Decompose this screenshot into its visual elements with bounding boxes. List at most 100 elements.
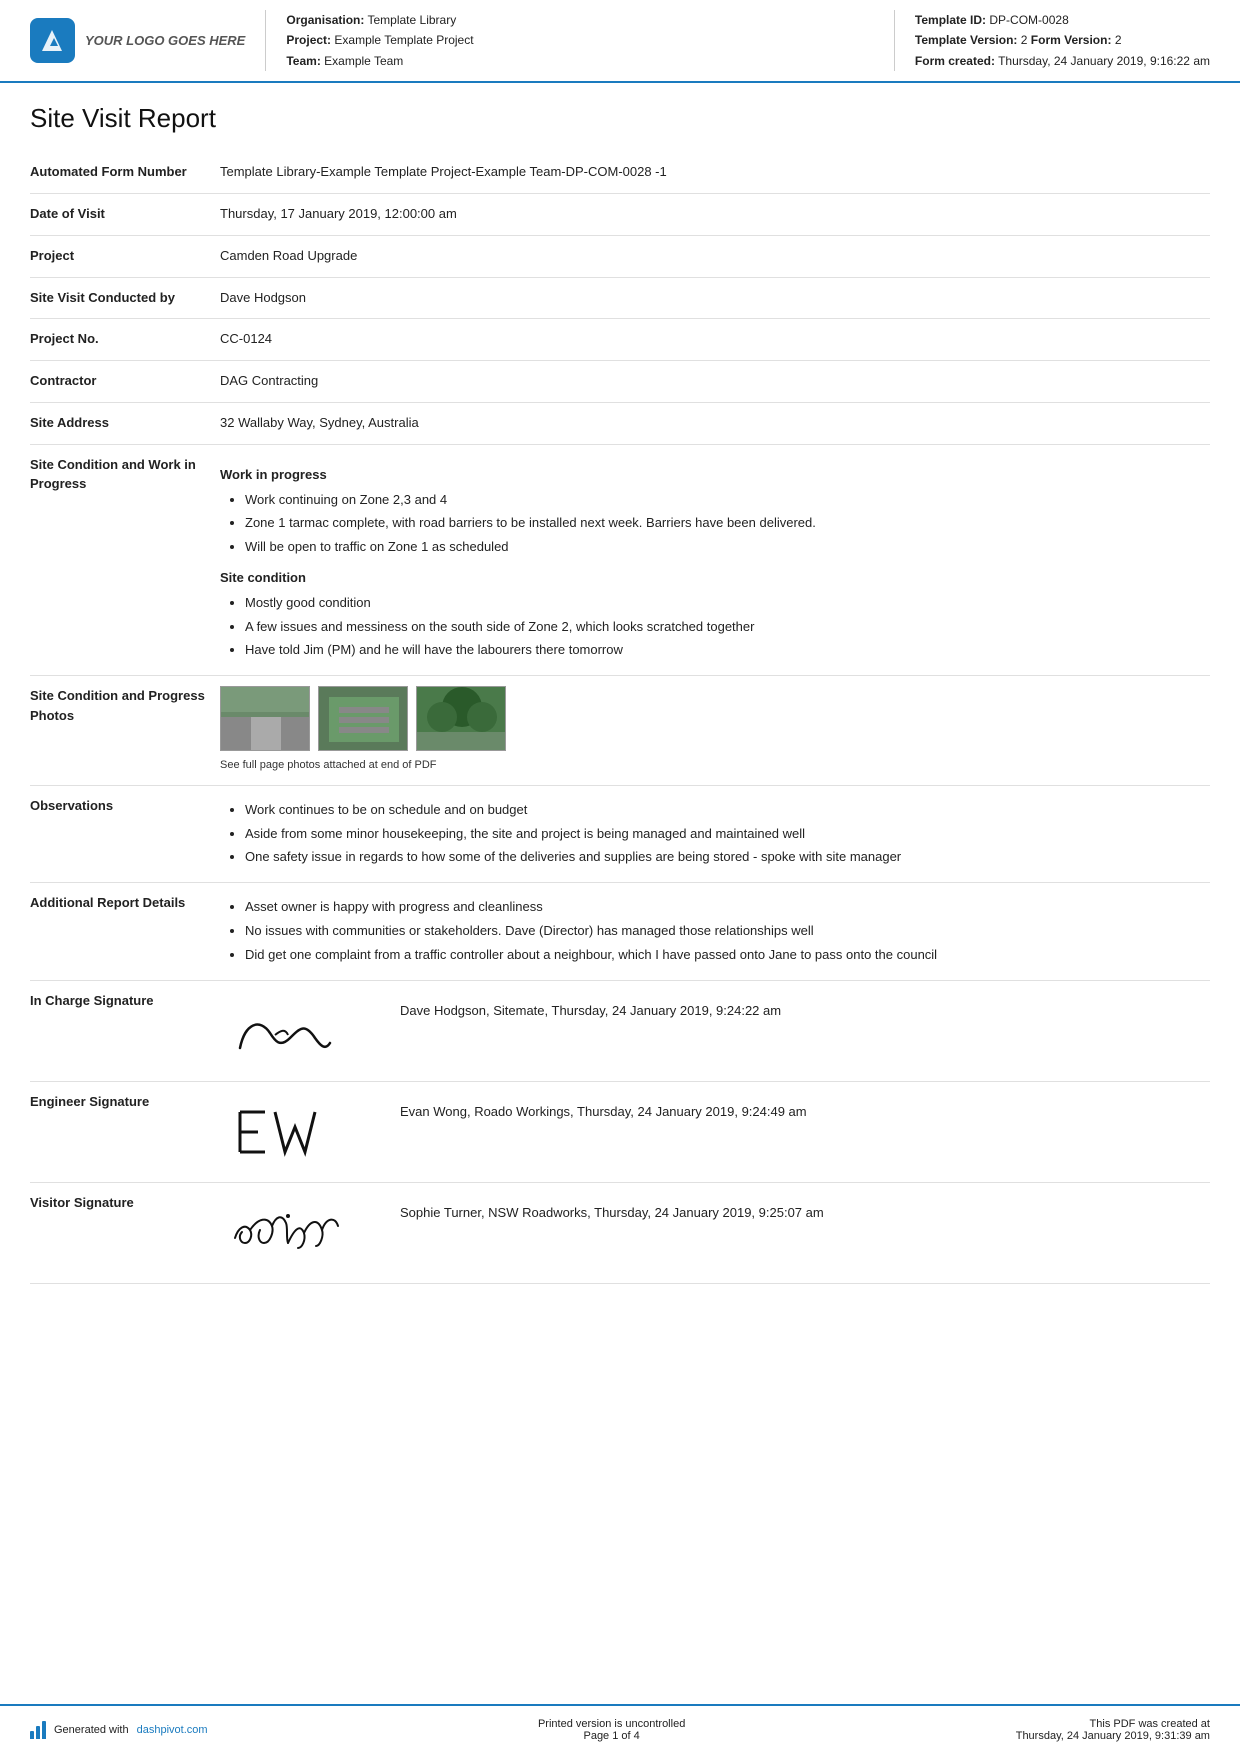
observations-value: Work continues to be on schedule and on … xyxy=(220,796,1210,872)
engineer-sig-area: Evan Wong, Roado Workings, Thursday, 24 … xyxy=(220,1092,1210,1172)
logo-icon xyxy=(30,18,75,63)
photo-1 xyxy=(220,686,310,751)
field-row-site-condition: Site Condition and Work in Progress Work… xyxy=(30,445,1210,676)
work-in-progress-title: Work in progress xyxy=(220,465,1210,486)
obs-bullet-3: One safety issue in regards to how some … xyxy=(245,847,1210,868)
engineer-signature-area: Evan Wong, Roado Workings, Thursday, 24 … xyxy=(220,1092,1210,1172)
footer-left: Generated with dashpivot.com xyxy=(30,1721,208,1739)
page-number: Page 1 of 4 xyxy=(538,1730,685,1742)
report-title: Site Visit Report xyxy=(30,103,1210,134)
visitor-sig-text: Sophie Turner, NSW Roadworks, Thursday, … xyxy=(400,1193,824,1224)
site-condition-label: Site Condition and Work in Progress xyxy=(30,455,220,494)
field-row-photos: Site Condition and Progress Photos xyxy=(30,676,1210,786)
project-value: Example Template Project xyxy=(334,33,473,47)
header-right: Template ID: DP-COM-0028 Template Versio… xyxy=(894,10,1210,71)
form-created-value: Thursday, 24 January 2019, 9:16:22 am xyxy=(998,54,1210,68)
field-row-automated-form-number: Automated Form Number Template Library-E… xyxy=(30,152,1210,194)
form-version-label: Form Version: xyxy=(1031,33,1112,47)
project-no-label: Project No. xyxy=(30,329,220,349)
form-version-value: 2 xyxy=(1115,33,1122,47)
in-charge-label: In Charge Signature xyxy=(30,991,220,1011)
team-label: Team: xyxy=(286,54,320,68)
additional-value: Asset owner is happy with progress and c… xyxy=(220,893,1210,969)
field-row-site-address: Site Address 32 Wallaby Way, Sydney, Aus… xyxy=(30,403,1210,445)
version-line: Template Version: 2 Form Version: 2 xyxy=(915,30,1210,50)
photos-label: Site Condition and Progress Photos xyxy=(30,686,220,725)
in-charge-sig-text: Dave Hodgson, Sitemate, Thursday, 24 Jan… xyxy=(400,991,781,1022)
site-bullet-1: Mostly good condition xyxy=(245,593,1210,614)
photo-caption: See full page photos attached at end of … xyxy=(220,757,1210,775)
pdf-created-label: This PDF was created at xyxy=(1016,1718,1210,1730)
field-row-visitor-signature: Visitor Signature xyxy=(30,1183,1210,1284)
content: Site Visit Report Automated Form Number … xyxy=(0,83,1240,1704)
field-row-observations: Observations Work continues to be on sch… xyxy=(30,786,1210,883)
photos-container xyxy=(220,686,1210,751)
project-label: Project xyxy=(30,246,220,266)
field-row-engineer-signature: Engineer Signature Ev xyxy=(30,1082,1210,1183)
visitor-sig-img xyxy=(220,1193,380,1273)
in-charge-signature-area: Dave Hodgson, Sitemate, Thursday, 24 Jan… xyxy=(220,991,1210,1071)
site-bullet-3: Have told Jim (PM) and he will have the … xyxy=(245,640,1210,661)
field-row-in-charge-signature: In Charge Signature Dave Hodgson, Sitema… xyxy=(30,981,1210,1082)
contractor-label: Contractor xyxy=(30,371,220,391)
header: YOUR LOGO GOES HERE Organisation: Templa… xyxy=(0,0,1240,83)
team-value: Example Team xyxy=(324,54,403,68)
header-logo: YOUR LOGO GOES HERE xyxy=(30,10,245,71)
additional-label: Additional Report Details xyxy=(30,893,220,913)
site-visit-conducted-label: Site Visit Conducted by xyxy=(30,288,220,308)
project-line: Project: Example Template Project xyxy=(286,30,874,50)
header-middle: Organisation: Template Library Project: … xyxy=(265,10,874,71)
site-address-value: 32 Wallaby Way, Sydney, Australia xyxy=(220,413,1210,434)
site-address-label: Site Address xyxy=(30,413,220,433)
footer-right: This PDF was created at Thursday, 24 Jan… xyxy=(1016,1718,1210,1742)
template-id-value: DP-COM-0028 xyxy=(989,13,1068,27)
org-value: Template Library xyxy=(368,13,457,27)
work-bullet-1: Work continuing on Zone 2,3 and 4 xyxy=(245,490,1210,511)
template-version-label: Template Version: xyxy=(915,33,1017,47)
photos-value: See full page photos attached at end of … xyxy=(220,686,1210,775)
additional-list: Asset owner is happy with progress and c… xyxy=(220,897,1210,965)
page: YOUR LOGO GOES HERE Organisation: Templa… xyxy=(0,0,1240,1754)
uncontrolled-text: Printed version is uncontrolled xyxy=(538,1718,685,1730)
visitor-signature-area: Sophie Turner, NSW Roadworks, Thursday, … xyxy=(220,1193,1210,1273)
photo-2 xyxy=(318,686,408,751)
observations-list: Work continues to be on schedule and on … xyxy=(220,800,1210,868)
project-value: Camden Road Upgrade xyxy=(220,246,1210,267)
template-id-label: Template ID: xyxy=(915,13,986,27)
bar-1 xyxy=(30,1731,34,1739)
form-created-line: Form created: Thursday, 24 January 2019,… xyxy=(915,51,1210,71)
work-bullet-3: Will be open to traffic on Zone 1 as sch… xyxy=(245,537,1210,558)
field-row-site-visit-conducted: Site Visit Conducted by Dave Hodgson xyxy=(30,278,1210,320)
project-label: Project: xyxy=(286,33,331,47)
obs-bullet-2: Aside from some minor housekeeping, the … xyxy=(245,824,1210,845)
field-row-date-of-visit: Date of Visit Thursday, 17 January 2019,… xyxy=(30,194,1210,236)
date-of-visit-label: Date of Visit xyxy=(30,204,220,224)
automated-form-number-label: Automated Form Number xyxy=(30,162,220,182)
work-bullet-2: Zone 1 tarmac complete, with road barrie… xyxy=(245,513,1210,534)
photo-3 xyxy=(416,686,506,751)
field-row-contractor: Contractor DAG Contracting xyxy=(30,361,1210,403)
engineer-label: Engineer Signature xyxy=(30,1092,220,1112)
visitor-sig-area: Sophie Turner, NSW Roadworks, Thursday, … xyxy=(220,1193,1210,1273)
team-line: Team: Example Team xyxy=(286,51,874,71)
work-bullets-list: Work continuing on Zone 2,3 and 4 Zone 1… xyxy=(220,490,1210,558)
engineer-sig-text: Evan Wong, Roado Workings, Thursday, 24 … xyxy=(400,1092,807,1123)
engineer-sig-img xyxy=(220,1092,380,1172)
org-label: Organisation: xyxy=(286,13,364,27)
generated-prefix: Generated with xyxy=(54,1724,129,1736)
template-version-value: 2 xyxy=(1021,33,1028,47)
footer: Generated with dashpivot.com Printed ver… xyxy=(0,1704,1240,1754)
dashpivot-link[interactable]: dashpivot.com xyxy=(137,1724,208,1736)
site-bullet-2: A few issues and messiness on the south … xyxy=(245,617,1210,638)
site-visit-conducted-value: Dave Hodgson xyxy=(220,288,1210,309)
field-row-project-no: Project No. CC-0124 xyxy=(30,319,1210,361)
form-created-label: Form created: xyxy=(915,54,995,68)
bar-3 xyxy=(42,1721,46,1739)
project-no-value: CC-0124 xyxy=(220,329,1210,350)
add-bullet-2: No issues with communities or stakeholde… xyxy=(245,921,1210,942)
site-condition-title: Site condition xyxy=(220,568,1210,589)
add-bullet-3: Did get one complaint from a traffic con… xyxy=(245,945,1210,966)
dashpivot-icon xyxy=(30,1721,46,1739)
observations-label: Observations xyxy=(30,796,220,816)
add-bullet-1: Asset owner is happy with progress and c… xyxy=(245,897,1210,918)
